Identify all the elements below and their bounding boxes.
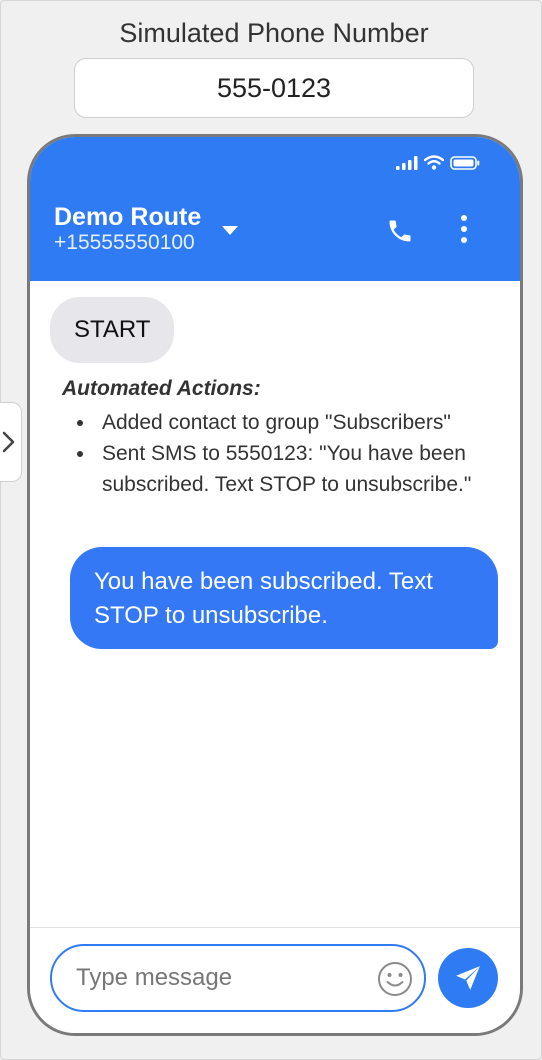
automated-action-item: Sent SMS to 5550123: "You have been subs… (62, 438, 492, 500)
call-button[interactable] (384, 215, 416, 247)
simulated-phone-label: Simulated Phone Number (119, 18, 429, 48)
chevron-right-icon (2, 431, 14, 453)
signal-icon (396, 156, 418, 170)
incoming-message: START (50, 297, 175, 363)
send-icon (456, 966, 480, 990)
side-panel-toggle[interactable] (0, 402, 22, 482)
wifi-icon (424, 155, 444, 170)
status-bar (396, 155, 480, 170)
more-options-button[interactable] (452, 211, 476, 247)
message-composer (30, 927, 520, 1033)
contact-dropdown-button[interactable] (218, 221, 242, 239)
message-thread: START Automated Actions: Added contact t… (30, 281, 520, 931)
smiley-icon (378, 962, 412, 996)
emoji-button[interactable] (376, 960, 414, 998)
automated-actions-title: Automated Actions: (62, 377, 261, 400)
send-button[interactable] (438, 948, 498, 1008)
caret-down-icon (222, 225, 238, 235)
contact-number: +15555550100 (54, 231, 195, 254)
conversation-header: Demo Route +15555550100 (30, 137, 520, 281)
message-input[interactable] (50, 944, 426, 1012)
automated-actions-list: Added contact to group "Subscribers" Sen… (62, 407, 492, 500)
phone-icon (389, 220, 411, 242)
battery-icon (450, 156, 480, 170)
more-vertical-icon (461, 215, 467, 243)
automated-action-item: Added contact to group "Subscribers" (62, 407, 492, 438)
contact-name: Demo Route (54, 203, 202, 231)
automated-actions: Automated Actions: Added contact to grou… (62, 377, 492, 500)
simulated-phone-input[interactable] (74, 58, 474, 118)
outgoing-message: You have been subscribed. Text STOP to u… (70, 547, 498, 649)
phone-mockup: Demo Route +15555550100 START Automated … (27, 134, 523, 1036)
